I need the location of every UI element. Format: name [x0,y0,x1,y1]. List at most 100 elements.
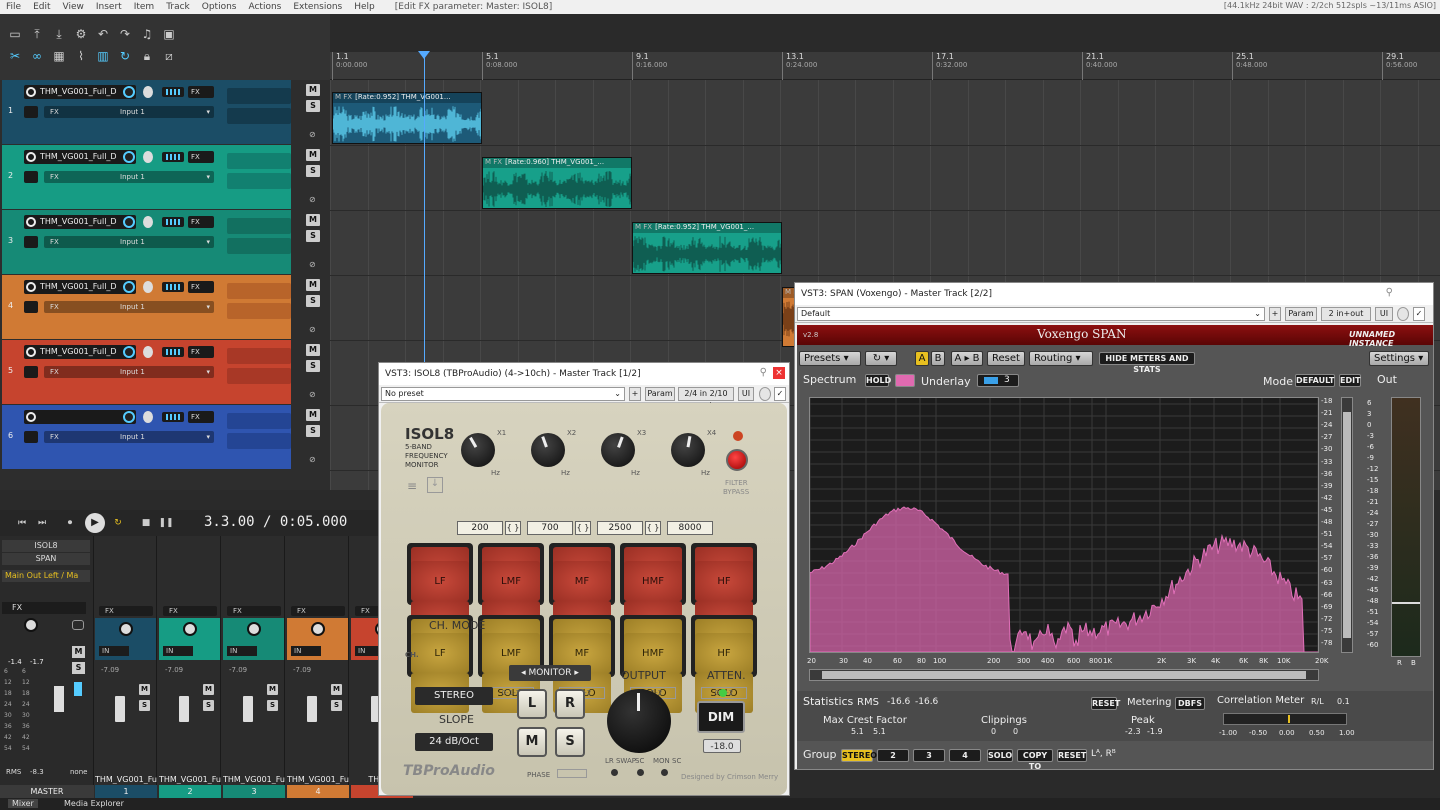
span-wet-knob[interactable] [1397,307,1409,321]
master-pan-knob[interactable] [24,618,38,632]
span-ui-button[interactable]: UI [1375,307,1393,321]
phase-icon[interactable]: ⊘ [309,195,316,204]
track-4[interactable]: 4 THM_VG001_Full_D FX FX Input 1 ▾ M S ⊘ [0,275,330,340]
input-select[interactable]: FX Input 1 ▾ [44,236,214,248]
dim-button[interactable]: DIM [697,701,745,733]
span-undo-button[interactable]: ↻ ▾ [865,351,897,366]
link-button[interactable]: { } [575,521,591,535]
strip-fader[interactable] [243,696,253,722]
redo-icon[interactable]: ↷ [116,26,134,42]
track-name[interactable]: THM_VG001_Full_D [24,150,136,164]
crossover-knob-1[interactable] [461,433,495,467]
go-end-icon[interactable]: ⏭ [34,516,50,530]
isol8-menu-icon[interactable]: ≡ [407,479,417,493]
repeat-icon[interactable]: ↻ [110,516,126,530]
volume-knob[interactable] [123,346,135,358]
group-copy-button[interactable]: COPY TO [1017,749,1053,769]
phase-icon[interactable]: ⊘ [309,260,316,269]
strip-fader[interactable] [115,696,125,722]
master-mute-button[interactable]: M [72,646,85,658]
crossover-freq-2[interactable]: 700 [527,521,573,535]
media-explorer-tab[interactable]: Media Explorer [64,799,124,808]
hold-button[interactable]: HOLD [865,374,891,387]
group-2-button[interactable]: 2 [877,749,909,762]
span-enable-checkbox[interactable]: ✓ [1413,307,1425,321]
underlay-select[interactable]: 3 [977,374,1019,387]
menu-options[interactable]: Options [196,2,243,12]
pan-knob[interactable] [143,151,153,163]
hf-solo-button[interactable]: HFSOLO [691,615,757,713]
isol8-preset-select[interactable]: No preset ⌄ [381,387,625,401]
envelope-icon[interactable] [24,366,38,378]
track-fx-button[interactable]: FX [188,346,214,358]
loop-icon[interactable]: ↻ [116,48,134,64]
isol8-add-preset[interactable]: + [629,387,641,401]
strip-input-select[interactable]: IN [291,646,321,656]
timeline-ruler[interactable]: 1.1 0:00.000 5.1 0:08.000 9.1 0:16.000 13.1 0:2… [330,52,1440,80]
go-start-icon[interactable]: ⏮ [14,516,30,530]
span-io-button[interactable]: 2 in+out [1321,307,1371,321]
solo-button[interactable]: S [306,100,320,112]
toggle-icon[interactable]: ▣ [160,26,178,42]
isol8-download-icon[interactable]: ↓ [427,477,443,493]
menu-insert[interactable]: Insert [90,2,128,12]
envelope-icon[interactable]: ⌇ [72,48,90,64]
link-button[interactable]: { } [505,521,521,535]
master-fx-isol8[interactable]: ISOL8 [2,540,90,552]
solo-button[interactable]: S [306,295,320,307]
undo-icon[interactable]: ↶ [94,26,112,42]
track-name[interactable]: THM_VG001_Full_D [24,215,136,229]
dim-value[interactable]: -18.0 [703,739,741,753]
strip-input-select[interactable]: IN [227,646,257,656]
group-solo-button[interactable]: SOLO [987,749,1013,762]
strip-solo-button[interactable]: S [139,700,150,711]
media-item[interactable]: M FX [Rate:0.952] THM_VG001_... [632,222,782,274]
track-5[interactable]: 5 THM_VG001_Full_D FX FX Input 1 ▾ M S ⊘ [0,340,330,405]
filter-bypass-button[interactable] [726,449,748,471]
span-reset-button[interactable]: Reset [987,351,1025,366]
envelope-icon[interactable] [24,431,38,443]
span-routing-button[interactable]: Routing ▾ [1029,351,1093,366]
master-fader[interactable] [54,686,64,712]
master-fx-bypass-icon[interactable] [74,682,82,696]
menu-help[interactable]: Help [348,2,381,12]
track-fx-button[interactable]: FX [188,86,214,98]
solo-button[interactable]: S [306,230,320,242]
record-arm-icon[interactable] [26,87,36,97]
menu-extensions[interactable]: Extensions [287,2,348,12]
snap-icon[interactable]: ▥ [94,48,112,64]
hmf-solo-button[interactable]: HMFSOLO [620,615,686,713]
record-arm-icon[interactable] [26,152,36,162]
play-button[interactable]: ▶ [85,513,105,533]
volume-knob[interactable] [123,86,135,98]
sc-led[interactable] [637,769,644,776]
pause-icon[interactable]: ❚❚ [158,516,174,530]
lr-swap-led[interactable] [611,769,618,776]
span-b-button[interactable]: B [931,351,945,366]
strip-fx-button[interactable]: FX [99,606,153,616]
isol8-ui-button[interactable]: UI [738,387,754,401]
track-name[interactable]: THM_VG001_Full_D [24,280,136,294]
hf-mute-button[interactable]: HFMUTE [691,543,757,641]
save-project-icon[interactable]: ⤓ [50,26,68,42]
strip-fx-button[interactable]: FX [163,606,217,616]
mute-button[interactable]: M [306,84,320,96]
record-arm-icon[interactable] [26,217,36,227]
volume-knob[interactable] [123,216,135,228]
pan-knob[interactable] [143,86,153,98]
envelope-icon[interactable] [24,301,38,313]
record-arm-icon[interactable] [26,282,36,292]
chmode-display[interactable]: STEREO [415,687,493,705]
envelope-icon[interactable] [24,106,38,118]
track-3[interactable]: 3 THM_VG001_Full_D FX FX Input 1 ▾ M S ⊘ [0,210,330,275]
open-project-icon[interactable]: ⤒ [28,26,46,42]
strip-fader[interactable] [179,696,189,722]
menu-actions[interactable]: Actions [242,2,287,12]
phase-icon[interactable]: ⊘ [309,130,316,139]
menu-view[interactable]: View [57,2,90,12]
media-item[interactable]: M FX [Rate:0.952] THM_VG001... [332,92,482,144]
solo-button[interactable]: S [306,425,320,437]
mixer-tab[interactable]: Mixer [8,799,38,808]
hold-color-swatch[interactable] [895,374,915,387]
pan-knob[interactable] [143,281,153,293]
